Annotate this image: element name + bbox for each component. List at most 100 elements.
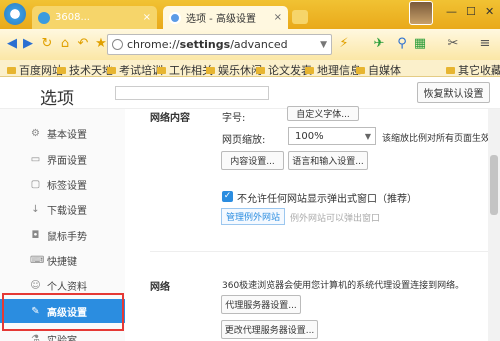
close-icon[interactable]: ×: [274, 12, 282, 23]
sidebar-item-label: 鼠标手势: [47, 231, 87, 243]
zoom-label: 网页缩放:: [222, 135, 266, 146]
menu-icon[interactable]: ≡: [478, 37, 492, 51]
language-settings-button[interactable]: 语言和输入设置...: [288, 151, 368, 170]
undo-icon[interactable]: ↶: [76, 37, 90, 51]
zoom-select[interactable]: 100% ▼: [288, 127, 376, 145]
network-description: 360极速浏览器会使用您计算机的系统代理设置连接到网络。: [222, 281, 465, 291]
section-web-content: 网络内容: [150, 113, 190, 124]
chevron-down-icon[interactable]: ▼: [320, 40, 327, 50]
address-bar[interactable]: chrome://settings/advanced ▼: [107, 34, 332, 55]
manage-exceptions-button[interactable]: 管理例外网站: [221, 208, 285, 225]
back-icon[interactable]: ◀: [5, 37, 19, 51]
highlight-box: [2, 293, 124, 331]
bookmark-folder[interactable]: 娱乐休闲: [206, 62, 262, 78]
scissors-icon[interactable]: ✂: [446, 37, 460, 51]
bookmark-folder[interactable]: 考试培训: [107, 62, 163, 78]
grid-icon[interactable]: ▦: [413, 37, 427, 51]
bookmark-folder[interactable]: 百度网站: [7, 62, 63, 78]
browser-logo-icon[interactable]: [4, 3, 26, 25]
url-prefix: chrome://: [127, 38, 180, 51]
maximize-icon[interactable]: ☐: [466, 5, 476, 18]
folder-icon: [157, 66, 166, 74]
font-size-label: 字号:: [222, 113, 246, 124]
home-icon[interactable]: ⌂: [58, 37, 72, 51]
url-host: settings: [179, 38, 231, 51]
folder-icon: [206, 66, 215, 74]
url-path: /advanced: [230, 38, 288, 51]
restore-defaults-button[interactable]: 恢复默认设置: [417, 82, 490, 103]
sidebar-item-label: 个人资料: [47, 281, 87, 293]
tab-label: 选项 - 高级设置: [186, 14, 256, 25]
chevron-down-icon: ▼: [364, 131, 371, 141]
gear-icon: ⚙: [31, 127, 40, 139]
search-input[interactable]: [115, 86, 269, 100]
sidebar-item-shortcuts[interactable]: ⌨ 快捷键: [0, 248, 125, 272]
popup-checkbox-label: 不允许任何网站显示弹出式窗口（推荐）: [237, 194, 417, 205]
bookmark-label: 其它收藏: [458, 64, 500, 77]
sidebar-item-label: 下载设置: [47, 205, 87, 217]
window-close-icon[interactable]: ✕: [485, 5, 494, 18]
sidebar-item-label: 界面设置: [47, 155, 87, 167]
bookmark-label: 自媒体: [368, 64, 401, 77]
close-icon[interactable]: ×: [143, 12, 151, 23]
sidebar-item-interface[interactable]: ▭ 界面设置: [0, 147, 125, 171]
divider: [150, 251, 490, 252]
sidebar-item-gestures[interactable]: ◘ 鼠标手势: [0, 223, 125, 247]
zoom-value: 100%: [295, 130, 324, 142]
new-tab-button[interactable]: [292, 10, 308, 24]
proxy-settings-button[interactable]: 代理服务器设置...: [221, 295, 301, 314]
folder-icon: [7, 66, 16, 74]
sidebar-item-tabs[interactable]: ▢ 标签设置: [0, 172, 125, 196]
popup-checkbox[interactable]: ✓: [222, 191, 233, 202]
bookmark-folder[interactable]: 技术天地: [57, 62, 113, 78]
download-icon: ↓: [31, 203, 40, 215]
search-icon[interactable]: ⚲: [395, 37, 409, 51]
tab-icon: ▢: [30, 178, 41, 190]
folder-icon: [107, 66, 116, 74]
sidebar-item-label: 快捷键: [47, 256, 77, 268]
sidebar-item-label: 基本设置: [47, 129, 87, 141]
folder-icon: [256, 66, 265, 74]
scrollbar-thumb[interactable]: [490, 155, 498, 215]
folder-icon: [57, 66, 66, 74]
page-title: 选项: [40, 89, 74, 109]
exceptions-hint: 例外网站可以弹出窗口: [290, 214, 381, 224]
layout-icon: ▭: [30, 153, 41, 165]
minimize-icon[interactable]: —: [446, 5, 457, 18]
plane-icon[interactable]: ✈: [372, 37, 386, 51]
tab-inactive[interactable]: 3608... ×: [32, 6, 157, 29]
sidebar-item-download[interactable]: ↓ 下载设置: [0, 197, 125, 221]
bookmark-folder[interactable]: 地理信息: [305, 62, 361, 78]
folder-icon: [305, 66, 314, 74]
lab-icon: ⚗: [31, 333, 40, 341]
lightning-icon[interactable]: ⚡: [337, 37, 351, 51]
keyboard-icon: ⌨: [30, 254, 45, 266]
bookmark-label: 地理信息: [317, 64, 361, 77]
tab-active[interactable]: 选项 - 高级设置 ×: [163, 6, 288, 29]
favicon-icon: [169, 11, 181, 24]
content-settings-button[interactable]: 内容设置...: [221, 151, 284, 170]
change-proxy-button[interactable]: 更改代理服务器设置...: [221, 320, 318, 339]
sidebar-item-basic[interactable]: ⚙ 基本设置: [0, 121, 125, 145]
mouse-icon: ◘: [31, 229, 40, 241]
sidebar-item-label: 实验室: [47, 335, 77, 341]
section-network: 网络: [150, 282, 170, 293]
bookmark-folder[interactable]: 其它收藏: [446, 62, 500, 78]
forward-icon[interactable]: ▶: [21, 37, 35, 51]
person-icon: ☺: [30, 279, 41, 291]
tab-label: 3608...: [55, 12, 90, 23]
folder-icon: [446, 66, 455, 74]
bookmark-folder[interactable]: 自媒体: [356, 62, 401, 78]
page-icon: [112, 39, 123, 50]
avatar[interactable]: [409, 1, 433, 25]
bookmark-folder[interactable]: 工作相关: [157, 62, 213, 78]
folder-icon: [356, 66, 365, 74]
scrollbar[interactable]: [488, 109, 500, 341]
zoom-hint: 该缩放比例对所有页面生效: [382, 134, 491, 144]
bookmark-folder[interactable]: 论文发表: [256, 62, 312, 78]
sidebar-item-label: 标签设置: [47, 180, 87, 192]
favorite-star-icon[interactable]: ★: [94, 37, 108, 51]
favicon-icon: [38, 11, 50, 24]
custom-font-button[interactable]: 自定义字体...: [287, 106, 359, 121]
refresh-icon[interactable]: ↻: [40, 37, 54, 51]
